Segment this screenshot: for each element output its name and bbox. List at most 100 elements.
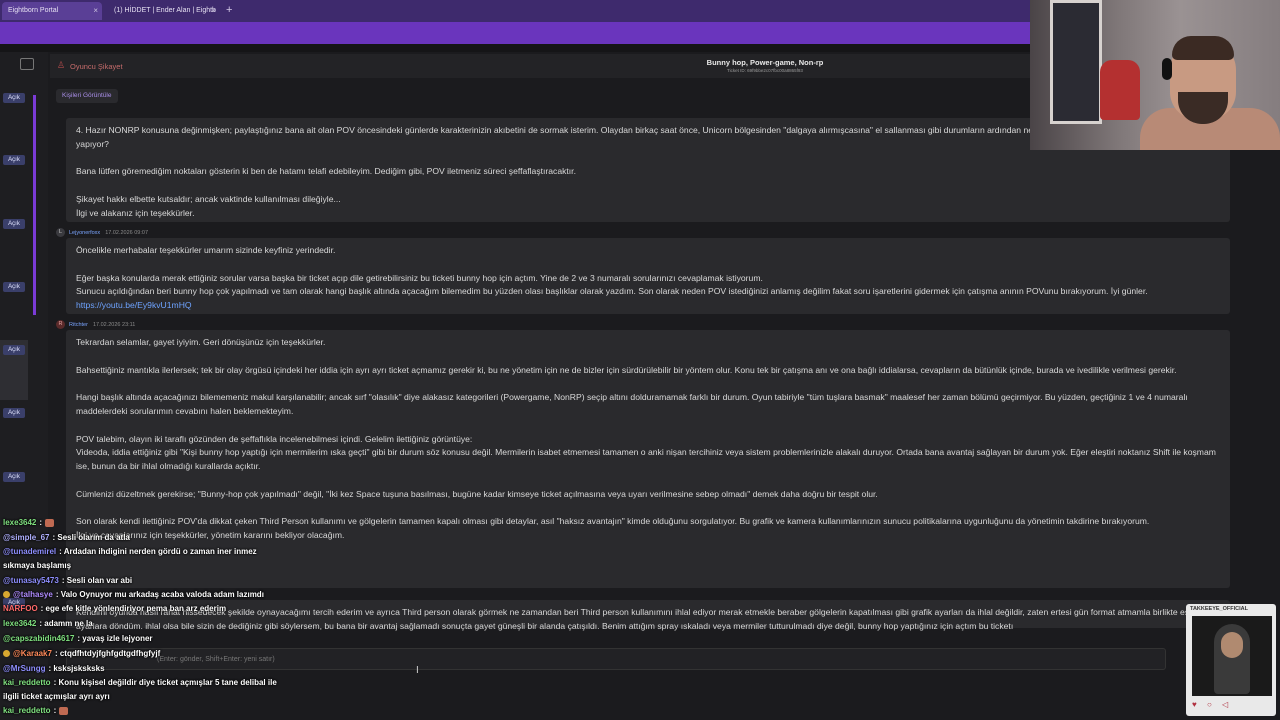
chat-username[interactable]: lexe3642 [3, 619, 36, 628]
message-paragraph: Sunucu açıldığından beri bunny hop çok y… [76, 286, 1148, 297]
browser-tab-youtube[interactable]: (1) HİDDET | Ender Alan | Eightb × [108, 2, 220, 20]
chat-badge-icon [3, 650, 10, 658]
chat-text: : [39, 518, 43, 527]
chat-text: sıkmaya başlamış [3, 561, 72, 570]
sidebar-toggle-icon[interactable] [20, 58, 34, 70]
chat-username[interactable]: kai_reddetto [3, 706, 51, 715]
tab-label: Eightborn Portal [8, 7, 59, 14]
chat-message: @tunasay5473: Sesli olan var abi [3, 576, 132, 585]
chat-message: @simple_67: Sesli olarım da atla [3, 533, 130, 542]
chat-username[interactable]: @tunademirel [3, 547, 56, 556]
chat-message: @tunademirel: Ardadan ihdigini nerden gö… [3, 547, 257, 556]
message-paragraph: İlgi ve cevaplarınız için teşekkürler, y… [76, 530, 345, 541]
chat-text: ilgili ticket açmışlar ayrı ayrı [3, 692, 110, 701]
webcam-overlay [1030, 0, 1280, 150]
chat-text: : Ardadan ihdigini nerden gördü o zaman … [59, 547, 257, 556]
chat-message: @capszabidin4617: yavaş izle lejyoner [3, 634, 153, 643]
chat-text: : adamm ne la [39, 619, 93, 628]
chat-text: : ege efe kitle yönlendiriyor pema ban a… [40, 604, 227, 613]
new-tab-button[interactable]: + [226, 2, 232, 18]
chat-username[interactable]: @Karaak7 [13, 649, 52, 658]
youtube-link[interactable]: https://youtu.be/Ey9kvU1mHQ [76, 300, 192, 310]
chat-message: @MrSungg: ksksjsksksks [3, 664, 105, 673]
message-body: Öncelikle merhabalar teşekkürler umarım … [66, 238, 1230, 314]
chat-username[interactable]: @tunasay5473 [3, 576, 59, 585]
chat-username[interactable]: @MrSungg [3, 664, 45, 673]
message-paragraph: Videoda, iddia ettiğiniz gibi "Kişi bunn… [76, 447, 1216, 472]
message-body: Kendimi oyunda nasıl rahat hissedecek şe… [66, 600, 1230, 631]
message-date: 17.02.2026 09:07 [105, 229, 149, 236]
message-paragraph: Eğer başka konularda merak ettiğiniz sor… [76, 272, 763, 283]
close-tab-icon[interactable]: × [93, 2, 98, 20]
sidebar-scroll-accent [33, 95, 36, 315]
close-tab-icon[interactable]: × [211, 2, 216, 20]
message-paragraph: Son olarak kendi ilettiğiniz POV'da dikk… [76, 516, 1150, 527]
chat-message: @Karaak7: ctqdfhtdyjfghfgdtgdfhgfyjf [3, 649, 160, 658]
message-paragraph: POV talebim, olayın iki taraflı gözünden… [76, 433, 473, 444]
chat-badge-icon [3, 591, 10, 599]
message-meta: R Ritchter 17.02.2026 23:11 [56, 320, 135, 329]
chat-username[interactable]: lexe3642 [3, 518, 36, 527]
chat-message: ilgili ticket açmışlar ayrı ayrı [3, 692, 110, 701]
chat-emote-icon [59, 706, 69, 715]
reply-input[interactable]: (Enter: gönder, Shift+Enter: yeni satır) [66, 648, 1166, 670]
message-meta: L Lejyonerfoxx 17.02.2026 09:07 [56, 228, 148, 237]
chat-username[interactable]: NARFOO [3, 604, 38, 613]
message-paragraph: Cümlenizi düzeltmek gerekirse; "Bunny-ho… [76, 488, 878, 499]
message-paragraph: Şikayet hakkı elbette kutsaldır; ancak v… [76, 193, 341, 204]
message-paragraph: Bahsettiğiniz mantıkla ilerlersek; tek b… [76, 364, 1177, 375]
avatar: R [56, 320, 65, 329]
chat-message: lexe3642: adamm ne la [3, 619, 93, 628]
chat-text: : Valo Oynuyor mu arkadaş acaba valoda a… [55, 590, 264, 599]
message-paragraph: Hangi başlık altında açacağınızı bilemem… [76, 392, 1188, 416]
chat-username[interactable]: @simple_67 [3, 533, 50, 542]
profile-name: TAKKEEYE_OFFICIAL [1190, 606, 1248, 612]
user-icon: ♙ [57, 60, 66, 70]
chat-username[interactable]: kai_reddetto [3, 678, 51, 687]
message-paragraph: Bana lütfen göremediğim noktaları göster… [76, 166, 576, 177]
sidebar-status-badge[interactable]: Açık [3, 93, 25, 103]
chat-text: : [53, 706, 57, 715]
chat-text: : yavaş izle lejyoner [77, 634, 153, 643]
chat-text: : ksksjsksksks [48, 664, 105, 673]
message-paragraph: Tekrardan selamlar, gayet iyiyim. Geri d… [76, 337, 326, 347]
sidebar-status-badge[interactable]: Açık [3, 345, 25, 355]
tab-label: (1) HİDDET | Ender Alan | Eightb [114, 7, 216, 14]
chat-text: : Sesli olarım da atla [52, 533, 130, 542]
profile-action-icons[interactable]: ♥ ○ ◁ [1192, 700, 1232, 709]
view-people-button[interactable]: Kişileri Görüntüle [56, 89, 118, 103]
text-cursor-icon: I [416, 665, 419, 676]
message-paragraph: Kendimi oyunda nasıl rahat hissedecek şe… [76, 607, 1196, 631]
chat-message: kai_reddetto: [3, 706, 69, 715]
sidebar-status-badge[interactable]: Açık [3, 282, 25, 292]
sidebar-status-badge[interactable]: Açık [3, 155, 25, 165]
scrollbar[interactable] [1268, 150, 1280, 610]
sidebar-status-badge[interactable]: Açık [3, 219, 25, 229]
browser-tab-eightborn[interactable]: Eightborn Portal × [2, 2, 102, 20]
chat-message: kai_reddetto: Konu kişisel değildir diye… [3, 678, 277, 687]
browser-tab-bar: Eightborn Portal × (1) HİDDET | Ender Al… [0, 0, 1030, 22]
chat-username[interactable]: @talhasye [13, 590, 53, 599]
site-top-bar [0, 22, 1030, 44]
chat-text: : Sesli olan var abi [61, 576, 133, 585]
sidebar-status-badge[interactable]: Açık [3, 472, 25, 482]
chat-message: NARFOO: ege efe kitle yönlendiriyor pema… [3, 604, 226, 613]
ticket-category: Oyuncu Şikayet [70, 62, 123, 71]
chat-message: lexe3642: [3, 518, 55, 527]
chat-username[interactable]: @capszabidin4617 [3, 634, 74, 643]
ticket-title: Bunny hop, Power-game, Non-rp [706, 58, 824, 67]
ticket-header [50, 54, 1030, 78]
chat-text: : ctqdfhtdyjfghfgdtgdfhgfyjf [54, 649, 161, 658]
chat-text: : Konu kişisel değildir diye ticket açmı… [53, 678, 277, 687]
profile-photo [1192, 616, 1272, 696]
message-date: 17.02.2026 23:11 [92, 321, 136, 328]
ticket-id: Ticket ID: 69f9bbe2c07fbc00a8865f93 [727, 68, 803, 73]
sidebar-status-badge[interactable]: Açık [3, 408, 25, 418]
message-paragraph: Öncelikle merhabalar teşekkürler umarım … [76, 245, 336, 255]
chat-emote-icon [45, 518, 55, 527]
message-author[interactable]: Lejyonerfoxx [69, 230, 100, 236]
chat-message: sıkmaya başlamış [3, 561, 71, 570]
message-paragraph: İlgi ve alakanız için teşekkürler. [76, 207, 195, 218]
message-author[interactable]: Ritchter [69, 322, 88, 328]
avatar: L [56, 228, 65, 237]
